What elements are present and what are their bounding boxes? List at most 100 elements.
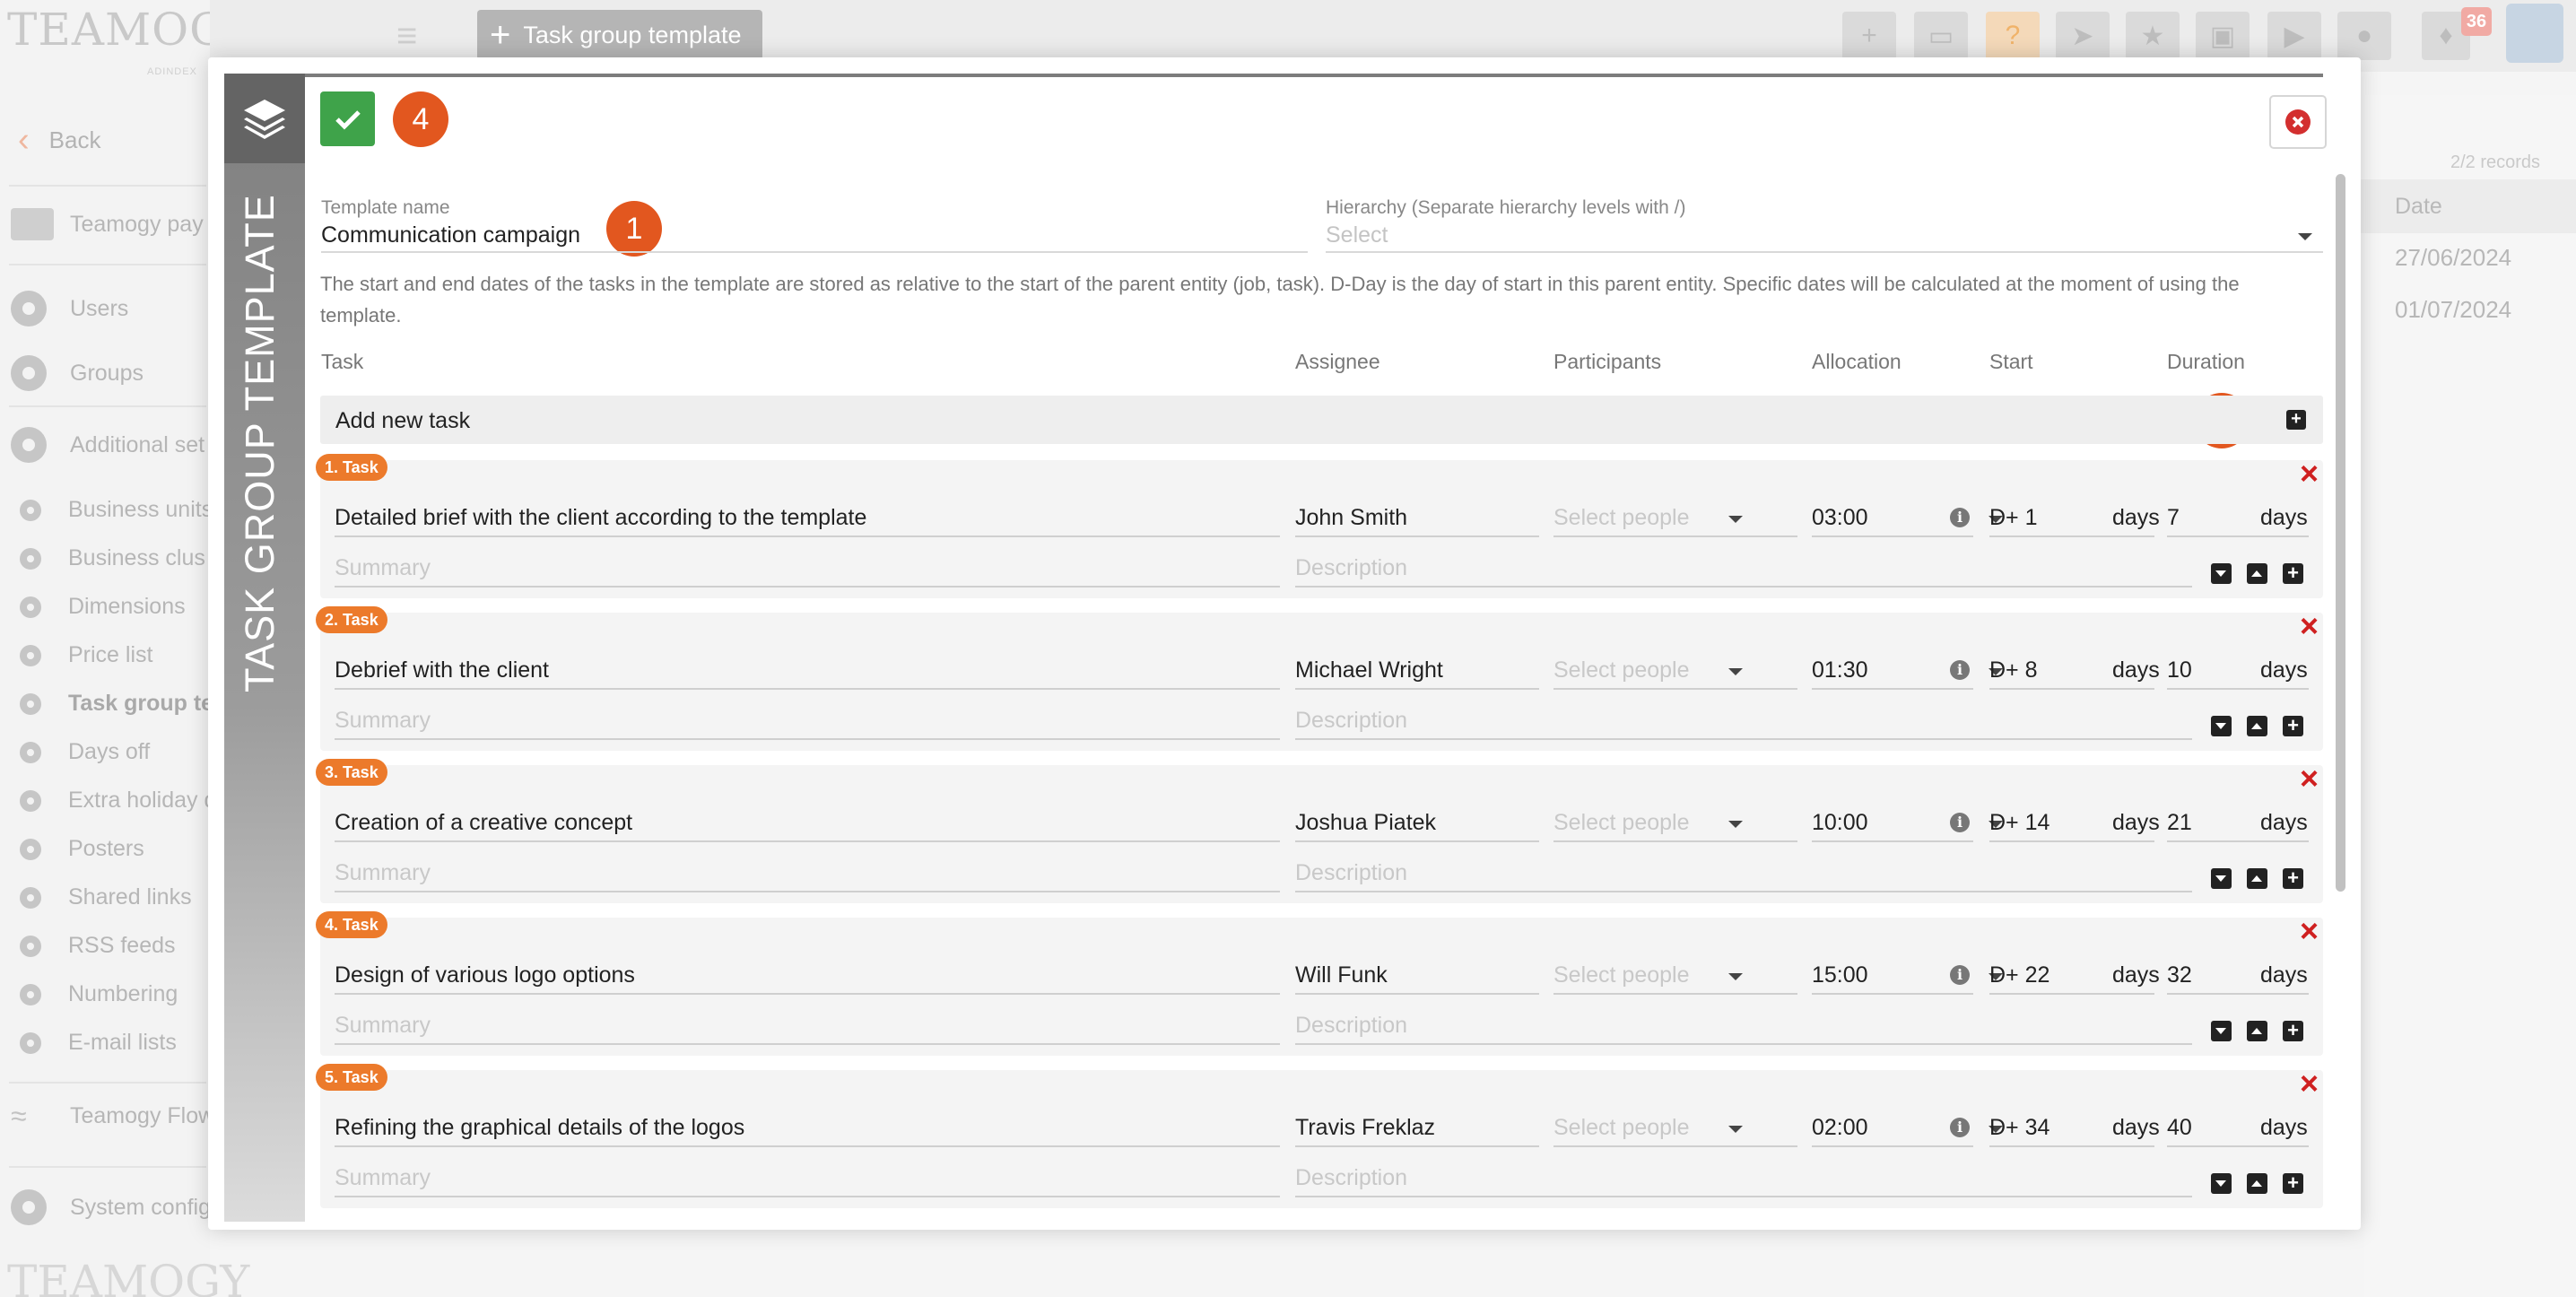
assignee-select[interactable]: Travis Freklaz bbox=[1295, 1115, 1435, 1141]
sidebar-item-email-lists[interactable]: E-mail lists bbox=[20, 1030, 177, 1056]
start-input[interactable]: D+ 34 bbox=[1989, 1115, 2049, 1141]
participants-select[interactable]: Select people bbox=[1553, 810, 1690, 836]
description-input[interactable]: Description bbox=[1295, 1013, 1407, 1039]
chevron-down-icon[interactable] bbox=[1728, 821, 1743, 828]
close-button[interactable] bbox=[2269, 95, 2327, 149]
template-name-input[interactable]: Communication campaign bbox=[321, 222, 580, 248]
date-column-header[interactable]: Date bbox=[2359, 179, 2576, 233]
summary-input[interactable]: Summary bbox=[335, 1013, 431, 1039]
move-up-icon[interactable] bbox=[2247, 1173, 2267, 1194]
page-tab[interactable]: + Task group template bbox=[477, 10, 762, 60]
delete-task-icon[interactable]: × bbox=[2300, 762, 2319, 795]
delete-task-icon[interactable]: × bbox=[2300, 610, 2319, 642]
note-icon[interactable]: ▭ bbox=[1914, 12, 1968, 60]
avatar[interactable] bbox=[2506, 4, 2563, 63]
duration-input[interactable]: 40 bbox=[2167, 1115, 2192, 1141]
add-task-plus-icon[interactable]: + bbox=[2286, 410, 2306, 430]
move-down-icon[interactable] bbox=[2211, 716, 2232, 736]
sidebar-item-shared-links[interactable]: Shared links bbox=[20, 884, 192, 910]
description-input[interactable]: Description bbox=[1295, 708, 1407, 734]
move-down-icon[interactable] bbox=[2211, 1021, 2232, 1041]
summary-input[interactable]: Summary bbox=[335, 555, 431, 581]
video-icon[interactable]: ▶ bbox=[2267, 12, 2321, 60]
assignee-select[interactable]: Michael Wright bbox=[1295, 657, 1443, 683]
delete-task-icon[interactable]: × bbox=[2300, 915, 2319, 947]
scrollbar-thumb[interactable] bbox=[2336, 174, 2345, 892]
allocation-input[interactable]: 02:00 bbox=[1812, 1115, 1868, 1141]
description-input[interactable]: Description bbox=[1295, 1165, 1407, 1191]
inbox-icon[interactable]: ▣ bbox=[2196, 12, 2250, 60]
help-icon[interactable]: ? bbox=[1986, 12, 2040, 60]
task-name-input[interactable]: Refining the graphical details of the lo… bbox=[335, 1115, 744, 1141]
insert-task-icon[interactable]: + bbox=[2283, 1021, 2303, 1041]
duration-input[interactable]: 7 bbox=[2167, 505, 2180, 531]
hierarchy-select[interactable]: Select bbox=[1326, 222, 1388, 248]
participants-select[interactable]: Select people bbox=[1553, 962, 1690, 988]
sidebar-item-task-group-templates[interactable]: Task group te bbox=[20, 691, 213, 717]
sidebar-item-business-clusters[interactable]: Business clus bbox=[20, 545, 205, 571]
star-icon[interactable]: ★ bbox=[2126, 12, 2180, 60]
summary-input[interactable]: Summary bbox=[335, 1165, 431, 1191]
add-icon[interactable]: + bbox=[1842, 12, 1896, 60]
sidebar-item-groups[interactable]: Groups bbox=[11, 355, 144, 391]
chevron-down-icon[interactable] bbox=[1728, 973, 1743, 980]
chat-icon[interactable]: ● bbox=[2337, 12, 2391, 60]
sidebar-item-price-list[interactable]: Price list bbox=[20, 642, 152, 668]
assignee-select[interactable]: Will Funk bbox=[1295, 962, 1388, 988]
move-up-icon[interactable] bbox=[2247, 868, 2267, 889]
task-name-input[interactable]: Design of various logo options bbox=[335, 962, 635, 988]
move-up-icon[interactable] bbox=[2247, 563, 2267, 584]
chevron-down-icon[interactable] bbox=[1728, 516, 1743, 523]
allocation-input[interactable]: 15:00 bbox=[1812, 962, 1868, 988]
chevron-down-icon[interactable] bbox=[1728, 668, 1743, 675]
assignee-select[interactable]: Joshua Piatek bbox=[1295, 810, 1436, 836]
sidebar-item-extra-holiday[interactable]: Extra holiday d bbox=[20, 788, 216, 814]
duration-input[interactable]: 21 bbox=[2167, 810, 2192, 836]
sidebar-item-dimensions[interactable]: Dimensions bbox=[20, 594, 186, 620]
move-down-icon[interactable] bbox=[2211, 563, 2232, 584]
duration-input[interactable]: 10 bbox=[2167, 657, 2192, 683]
participants-select[interactable]: Select people bbox=[1553, 1115, 1690, 1141]
summary-input[interactable]: Summary bbox=[335, 708, 431, 734]
collapse-menu-icon[interactable]: ≡ bbox=[396, 16, 439, 56]
sidebar-item-system-config[interactable]: System config bbox=[11, 1189, 211, 1225]
task-name-input[interactable]: Creation of a creative concept bbox=[335, 810, 632, 836]
start-input[interactable]: D+ 22 bbox=[1989, 962, 2049, 988]
sidebar-item-teamogy-flow[interactable]: ≈ Teamogy Flow bbox=[11, 1100, 214, 1133]
task-name-input[interactable]: Debrief with the client bbox=[335, 657, 549, 683]
description-input[interactable]: Description bbox=[1295, 555, 1407, 581]
task-name-input[interactable]: Detailed brief with the client according… bbox=[335, 505, 866, 531]
move-up-icon[interactable] bbox=[2247, 716, 2267, 736]
back-link[interactable]: ‹ Back bbox=[18, 123, 100, 157]
delete-task-icon[interactable]: × bbox=[2300, 1067, 2319, 1100]
sidebar-item-rss-feeds[interactable]: RSS feeds bbox=[20, 933, 176, 959]
sidebar-item-teamogy-pay[interactable]: Teamogy pay bbox=[11, 208, 204, 240]
allocation-input[interactable]: 03:00 bbox=[1812, 505, 1868, 531]
duration-input[interactable]: 32 bbox=[2167, 962, 2192, 988]
insert-task-icon[interactable]: + bbox=[2283, 868, 2303, 889]
move-down-icon[interactable] bbox=[2211, 868, 2232, 889]
delete-task-icon[interactable]: × bbox=[2300, 457, 2319, 490]
allocation-input[interactable]: 10:00 bbox=[1812, 810, 1868, 836]
sidebar-item-days-off[interactable]: Days off bbox=[20, 739, 150, 765]
description-input[interactable]: Description bbox=[1295, 860, 1407, 886]
insert-task-icon[interactable]: + bbox=[2283, 716, 2303, 736]
save-button[interactable] bbox=[320, 91, 375, 146]
sidebar-item-business-units[interactable]: Business units bbox=[20, 497, 213, 523]
assignee-select[interactable]: John Smith bbox=[1295, 505, 1407, 531]
summary-input[interactable]: Summary bbox=[335, 860, 431, 886]
move-up-icon[interactable] bbox=[2247, 1021, 2267, 1041]
add-new-task-row[interactable]: Add new task + bbox=[320, 396, 2323, 444]
start-input[interactable]: D+ 1 bbox=[1989, 505, 2038, 531]
chevron-down-icon[interactable] bbox=[2298, 233, 2312, 240]
sidebar-item-additional-settings[interactable]: Additional set bbox=[11, 427, 205, 463]
start-input[interactable]: D+ 14 bbox=[1989, 810, 2049, 836]
insert-task-icon[interactable]: + bbox=[2283, 1173, 2303, 1194]
sidebar-item-users[interactable]: Users bbox=[11, 291, 128, 326]
move-down-icon[interactable] bbox=[2211, 1173, 2232, 1194]
insert-task-icon[interactable]: + bbox=[2283, 563, 2303, 584]
chevron-down-icon[interactable] bbox=[1728, 1126, 1743, 1133]
sidebar-item-posters[interactable]: Posters bbox=[20, 836, 144, 862]
sidebar-item-numbering[interactable]: Numbering bbox=[20, 981, 178, 1007]
participants-select[interactable]: Select people bbox=[1553, 657, 1690, 683]
